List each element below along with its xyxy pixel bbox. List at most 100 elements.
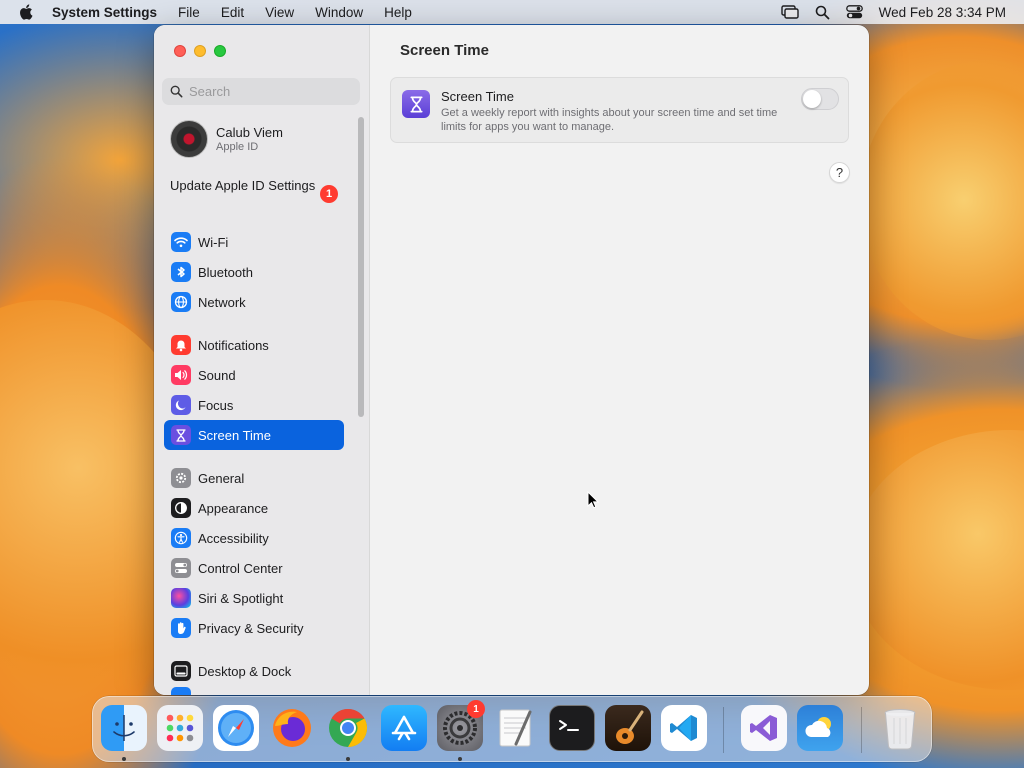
apple-id-profile[interactable]: Calub Viem Apple ID	[170, 120, 283, 158]
search-input[interactable]: Search	[162, 78, 360, 105]
toggles-icon	[171, 558, 191, 578]
sidebar-item-general[interactable]: General	[164, 463, 344, 493]
spotlight-search-icon[interactable]	[815, 5, 830, 20]
display-icon	[171, 687, 191, 695]
launchpad-icon	[157, 705, 203, 751]
sidebar-item-label: Network	[198, 294, 246, 310]
dock-app-system-settings[interactable]: 1	[437, 700, 485, 751]
visual-studio-icon	[741, 705, 787, 751]
dock-separator	[723, 707, 724, 753]
dock-app-terminal[interactable]	[549, 705, 595, 751]
dock-app-vscode[interactable]	[661, 705, 707, 751]
minimize-button[interactable]	[194, 45, 206, 57]
control-center-icon[interactable]	[845, 5, 863, 19]
dock-icon	[171, 661, 191, 681]
zoom-button[interactable]	[214, 45, 226, 57]
menu-file[interactable]: File	[178, 5, 200, 20]
toggle-knob	[803, 90, 821, 108]
update-badge: 1	[320, 185, 338, 203]
dock-app-app-store[interactable]	[381, 705, 427, 751]
sidebar-item-label: Sound	[198, 367, 236, 383]
menu-help[interactable]: Help	[384, 5, 412, 20]
sidebar-item-siri-spotlight[interactable]: Siri & Spotlight	[164, 583, 344, 613]
menu-clock[interactable]: Wed Feb 28 3:34 PM	[879, 5, 1006, 20]
menu-app-name[interactable]: System Settings	[52, 5, 157, 20]
search-icon	[170, 85, 183, 98]
sidebar-item-label: Focus	[198, 397, 234, 413]
sidebar-item-focus[interactable]: Focus	[164, 390, 344, 420]
apple-menu-icon[interactable]	[18, 3, 36, 21]
update-apple-id-item[interactable]: Update Apple ID Settings	[170, 178, 340, 194]
speaker-icon	[171, 365, 191, 385]
hourglass-icon	[171, 425, 191, 445]
dock-app-safari[interactable]	[213, 705, 259, 751]
sidebar-item-label: Wi-Fi	[198, 234, 229, 250]
safari-icon	[213, 705, 259, 751]
sidebar-item-screen-time[interactable]: Screen Time	[164, 420, 344, 450]
globe-icon	[171, 292, 191, 312]
moon-icon	[171, 395, 191, 415]
system-settings-window: Search Calub Viem Apple ID Update Apple …	[154, 25, 869, 695]
sidebar-item-label: Desktop & Dock	[198, 663, 292, 679]
running-indicator	[346, 757, 350, 761]
sidebar-item-wifi[interactable]: Wi-Fi	[164, 227, 344, 257]
textedit-icon	[493, 705, 539, 751]
dock-app-finder[interactable]	[101, 705, 147, 751]
sidebar-item-label: Control Center	[198, 560, 283, 576]
menu-window[interactable]: Window	[315, 5, 363, 20]
page-title: Screen Time	[400, 42, 489, 59]
sidebar-item-appearance[interactable]: Appearance	[164, 493, 344, 523]
sidebar-scrollbar[interactable]	[358, 117, 364, 417]
dock: 1	[92, 696, 932, 762]
sidebar-item-privacy-security[interactable]: Privacy & Security	[164, 613, 344, 643]
window-controls	[174, 45, 226, 57]
bell-icon	[171, 335, 191, 355]
sidebar-item-bluetooth[interactable]: Bluetooth	[164, 257, 344, 287]
sidebar-item-partial	[164, 687, 344, 695]
sidebar-item-label: Accessibility	[198, 530, 269, 546]
weather-icon	[797, 705, 843, 751]
card-description: Get a weekly report with insights about …	[441, 107, 778, 133]
bluetooth-icon	[171, 262, 191, 282]
sidebar-item-sound[interactable]: Sound	[164, 360, 344, 390]
mouse-cursor-icon	[587, 491, 599, 509]
finder-icon	[101, 705, 147, 751]
profile-name: Calub Viem	[216, 125, 283, 140]
sidebar-item-control-center[interactable]: Control Center	[164, 553, 344, 583]
wifi-icon	[171, 232, 191, 252]
sidebar-item-label: Siri & Spotlight	[198, 590, 284, 606]
dock-app-textedit[interactable]	[493, 705, 539, 751]
garageband-icon	[605, 705, 651, 751]
accessibility-icon	[171, 528, 191, 548]
dock-app-launchpad[interactable]	[157, 705, 203, 751]
menu-view[interactable]: View	[265, 5, 294, 20]
sidebar-item-desktop-dock[interactable]: Desktop & Dock	[164, 656, 344, 686]
dock-app-garageband[interactable]	[605, 705, 651, 751]
screen-mirroring-icon[interactable]	[780, 5, 799, 19]
sidebar-item-notifications[interactable]: Notifications	[164, 330, 344, 360]
settings-badge: 1	[467, 700, 485, 718]
hand-icon	[171, 618, 191, 638]
dock-app-trash[interactable]	[877, 705, 923, 751]
search-placeholder: Search	[189, 84, 231, 99]
app-store-icon	[381, 705, 427, 751]
sidebar-item-label: Privacy & Security	[198, 620, 304, 636]
siri-icon	[171, 588, 191, 608]
gear-icon	[171, 468, 191, 488]
dock-app-firefox[interactable]	[269, 705, 315, 751]
menu-edit[interactable]: Edit	[221, 5, 244, 20]
help-button[interactable]: ?	[829, 162, 850, 183]
appearance-icon	[171, 498, 191, 518]
dock-app-visual-studio[interactable]	[741, 705, 787, 751]
sidebar-item-network[interactable]: Network	[164, 287, 344, 317]
close-button[interactable]	[174, 45, 186, 57]
dock-app-weather[interactable]	[797, 705, 843, 751]
sidebar-item-accessibility[interactable]: Accessibility	[164, 523, 344, 553]
running-indicator	[122, 757, 126, 761]
dock-separator	[861, 707, 862, 753]
firefox-icon	[269, 705, 315, 751]
dock-app-chrome[interactable]	[325, 705, 371, 751]
hourglass-icon	[402, 90, 430, 118]
card-title: Screen Time	[441, 89, 514, 104]
screen-time-toggle[interactable]	[801, 88, 839, 110]
